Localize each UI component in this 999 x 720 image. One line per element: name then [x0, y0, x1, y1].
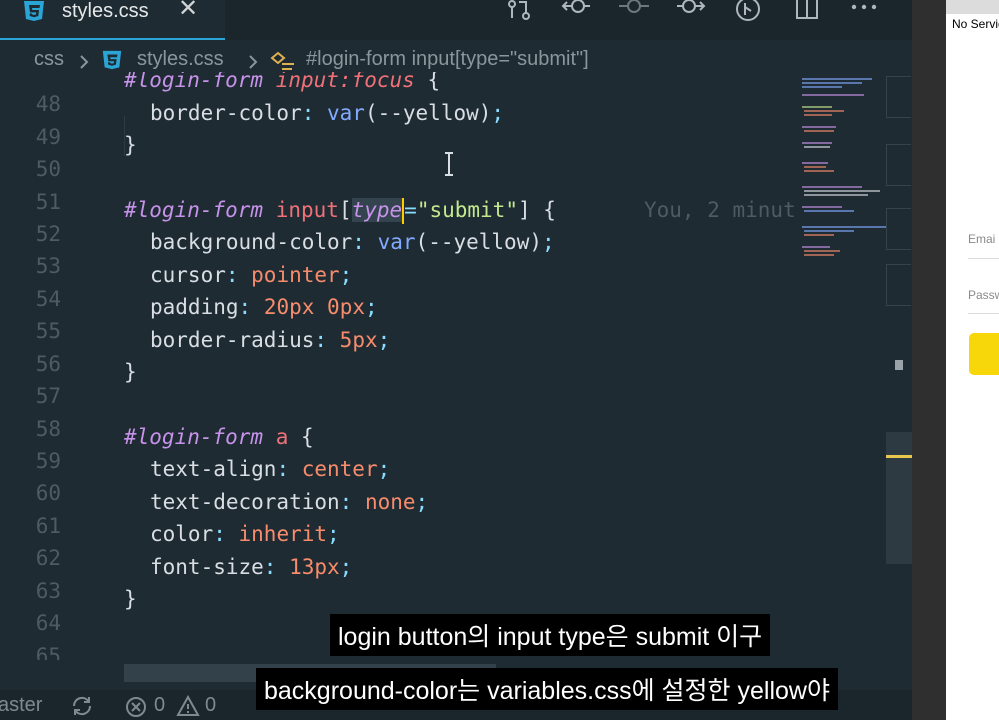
git-branch[interactable]: aster — [0, 694, 42, 717]
source-control-compare-icon[interactable] — [505, 0, 533, 22]
code-line[interactable]: 62 color: inherit; — [0, 522, 885, 570]
subtitle-line-2: background-color는 variables.css에 설정한 yel… — [256, 668, 838, 710]
breadcrumb-folder[interactable]: css — [34, 48, 64, 71]
code-line[interactable]: 54 cursor: pointer; — [0, 263, 885, 311]
css-file-icon — [24, 1, 44, 21]
css-file-icon — [102, 50, 122, 70]
scroll-marker — [895, 360, 903, 370]
code-line[interactable]: 59 #login-form a { — [0, 425, 885, 473]
vertical-scrollbar-thumb[interactable] — [886, 432, 912, 564]
tab-styles-css[interactable]: styles.css ✕ — [0, 0, 225, 40]
code-line[interactable]: 61 text-decoration: none; — [0, 490, 885, 538]
browser-toolbar — [946, 0, 999, 14]
line-number: 65 — [35, 644, 61, 660]
email-field[interactable]: Emai — [968, 232, 995, 246]
mouse-ibeam-icon — [445, 152, 453, 176]
breadcrumb-file[interactable]: styles.css — [137, 48, 224, 71]
go-forward-commit-icon[interactable] — [676, 0, 706, 20]
warning-count[interactable]: 0 — [205, 694, 216, 717]
code-line[interactable]: 53 background-color: var(--yellow); — [0, 230, 885, 278]
code-line[interactable]: 55 padding: 20px 0px; — [0, 295, 885, 343]
browser-preview: No Servic Emai Passw — [912, 0, 999, 720]
git-lens-icon[interactable] — [735, 0, 761, 22]
symbol-selector-icon — [270, 51, 294, 70]
git-blame-hint: You, 2 minut — [644, 198, 796, 222]
tab-bar: styles.css ✕ — [0, 0, 912, 40]
browser-page-title: No Servic — [952, 17, 999, 31]
minimap[interactable] — [800, 76, 886, 266]
overview-ruler — [886, 76, 912, 316]
tab-title: styles.css — [62, 0, 149, 22]
code-line[interactable]: 63 font-size: 13px; — [0, 555, 885, 603]
warning-icon[interactable] — [176, 695, 200, 717]
error-icon[interactable] — [125, 696, 147, 718]
login-button[interactable] — [969, 333, 999, 375]
error-count[interactable]: 0 — [154, 694, 165, 717]
code-line[interactable]: 48 #login-form input:focus { — [0, 72, 885, 116]
search-highlight-marker — [886, 455, 912, 458]
more-actions-icon[interactable] — [850, 2, 878, 12]
chevron-right-icon — [80, 55, 89, 69]
code-line[interactable]: 56 border-radius: 5px; — [0, 328, 885, 376]
password-field[interactable]: Passw — [968, 288, 999, 302]
close-tab-icon[interactable]: ✕ — [178, 0, 198, 21]
split-editor-icon[interactable] — [795, 0, 819, 20]
code-line[interactable]: 57 } — [0, 360, 885, 408]
subtitle-line-1: login button의 input type은 submit 이구 — [330, 614, 771, 656]
field-underline — [968, 313, 999, 314]
field-underline — [968, 258, 999, 259]
selected-word: type — [351, 198, 403, 222]
code-line[interactable]: 52 #login-form input[type="submit"] { Yo… — [0, 198, 885, 246]
pane-divider[interactable] — [912, 0, 946, 720]
commit-icon[interactable] — [619, 0, 649, 20]
go-back-commit-icon[interactable] — [561, 0, 591, 20]
chevron-right-icon — [249, 55, 258, 69]
breadcrumb-symbol[interactable]: #login-form input[type="submit"] — [306, 48, 589, 71]
code-line[interactable]: 60 text-align: center; — [0, 457, 885, 505]
sync-icon[interactable] — [70, 696, 94, 716]
code-line[interactable]: 58 — [0, 393, 885, 441]
code-line[interactable]: 49 border-color: var(--yellow); — [0, 101, 885, 149]
